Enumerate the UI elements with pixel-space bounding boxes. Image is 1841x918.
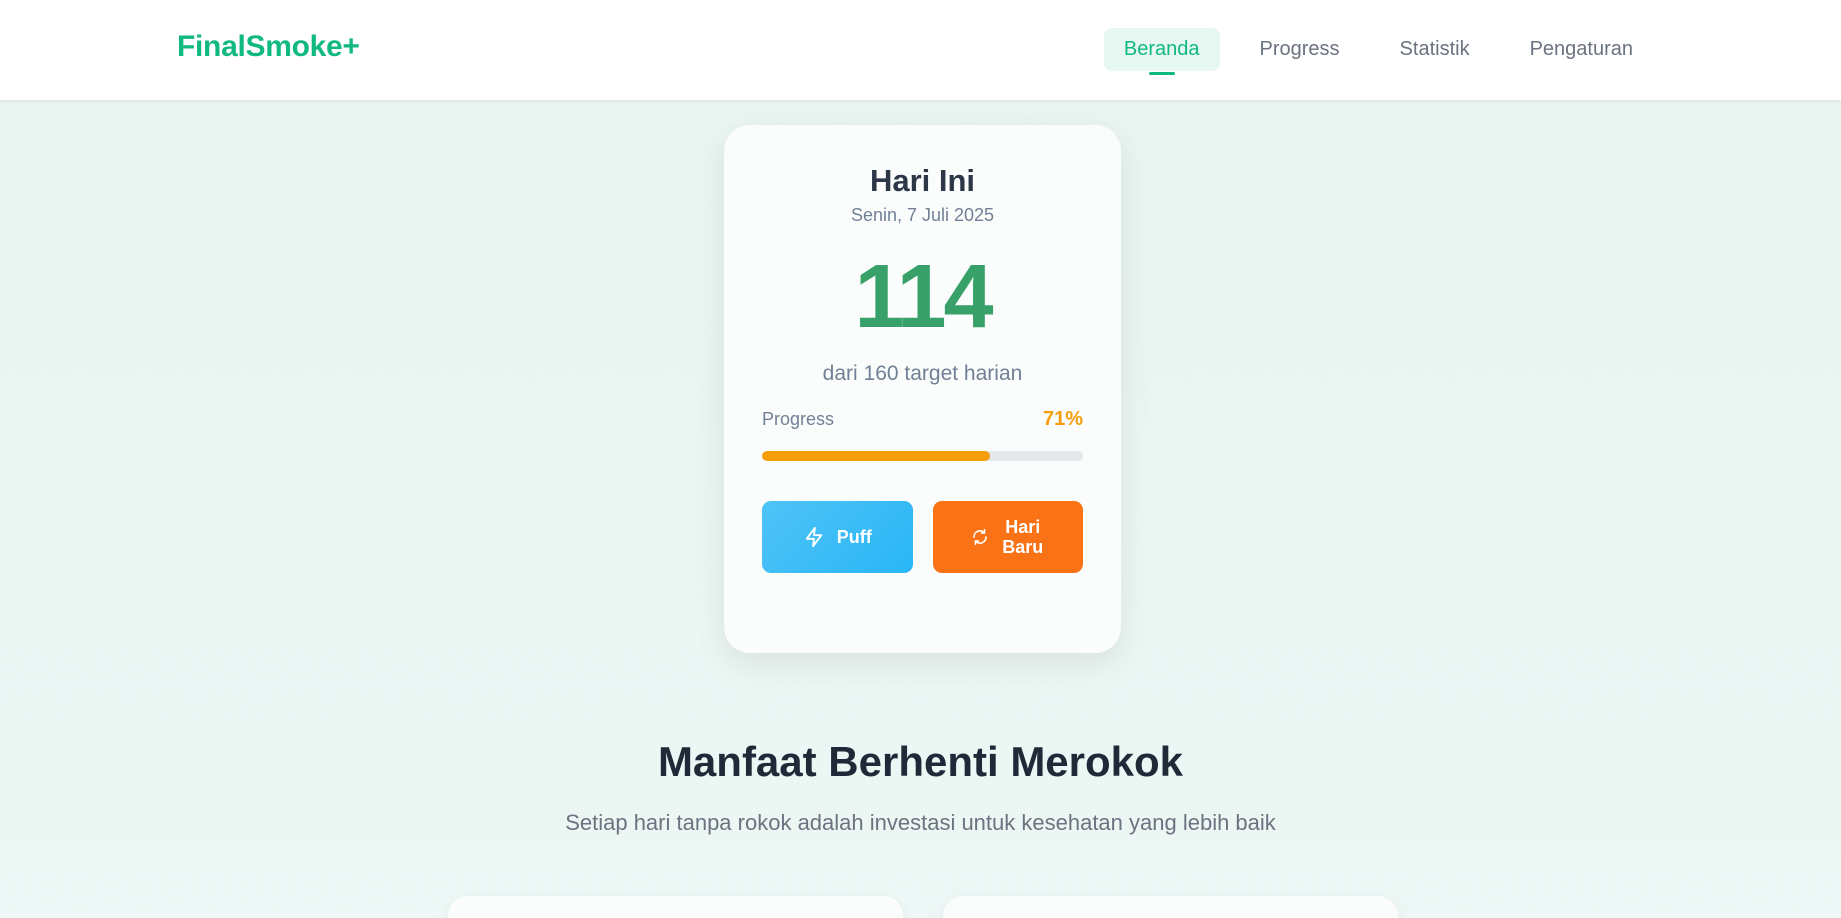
new-day-button[interactable]: Hari Baru bbox=[932, 501, 1083, 573]
benefits-title: Manfaat Berhenti Merokok bbox=[657, 738, 1184, 785]
daily-target-text: dari 160 target harian bbox=[822, 362, 1023, 385]
nav-item-beranda[interactable]: Beranda bbox=[1103, 28, 1220, 71]
nav-item-statistik[interactable]: Statistik bbox=[1380, 28, 1490, 71]
main-nav: Beranda Progress Statistik Pengaturan bbox=[1103, 28, 1653, 71]
progress-header: Progress 71% bbox=[762, 408, 1083, 431]
benefit-card bbox=[943, 896, 1398, 918]
progress-bar bbox=[762, 451, 1083, 461]
puff-button-label: Puff bbox=[836, 526, 872, 547]
progress-bar-fill bbox=[762, 451, 990, 461]
benefits-subtitle: Setiap hari tanpa rokok adalah investasi… bbox=[565, 810, 1276, 835]
lightning-icon bbox=[803, 526, 825, 548]
puff-count: 114 bbox=[854, 247, 993, 347]
refresh-icon bbox=[971, 528, 989, 546]
card-date: Senin, 7 Juli 2025 bbox=[850, 205, 995, 225]
new-day-button-label: Hari Baru bbox=[1002, 517, 1044, 557]
card-title: Hari Ini bbox=[869, 163, 976, 198]
today-card: Hari Ini Senin, 7 Juli 2025 114 dari 160… bbox=[724, 125, 1121, 653]
puff-button[interactable]: Puff bbox=[762, 501, 913, 573]
nav-item-pengaturan[interactable]: Pengaturan bbox=[1510, 28, 1653, 71]
nav-item-progress[interactable]: Progress bbox=[1240, 28, 1360, 71]
top-navbar: FinalSmoke+ Beranda Progress Statistik P… bbox=[0, 0, 1841, 100]
action-buttons: Puff Hari Baru bbox=[762, 501, 1083, 573]
benefit-card bbox=[448, 896, 903, 918]
progress-percent: 71% bbox=[1042, 408, 1083, 430]
progress-label: Progress bbox=[762, 409, 835, 429]
brand-logo[interactable]: FinalSmoke+ bbox=[177, 30, 360, 64]
